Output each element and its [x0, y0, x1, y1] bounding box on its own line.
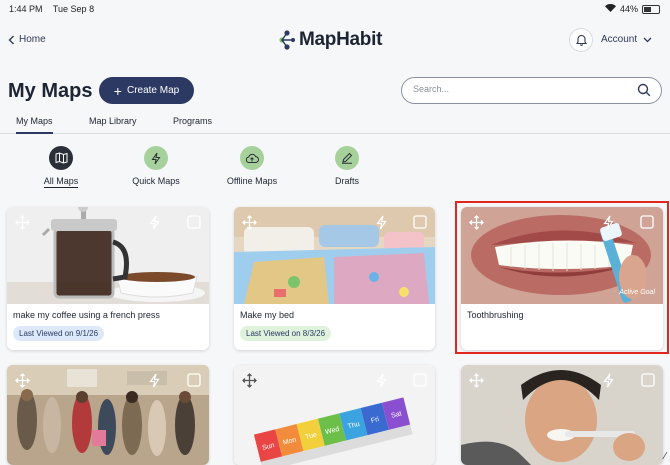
create-map-label: Create Map: [126, 85, 180, 96]
filter-drafts-label: Drafts: [334, 176, 359, 186]
home-link[interactable]: Home: [8, 34, 46, 45]
chevron-left-icon: [8, 35, 14, 44]
tab-my-maps[interactable]: My Maps: [16, 116, 53, 134]
resize-grip-icon: ⁄: [664, 451, 666, 462]
select-checkbox[interactable]: [641, 373, 655, 392]
filter-quick-maps[interactable]: Quick Maps: [116, 146, 196, 189]
status-date: Tue Sep 8: [52, 4, 95, 14]
map-card[interactable]: make my coffee using a french press Last…: [7, 207, 209, 350]
pill-day-label: Thu: [347, 421, 361, 431]
move-icon[interactable]: [242, 373, 257, 393]
map-card[interactable]: Make my bed Last Viewed on 8/3/26: [234, 207, 435, 350]
pill-day-label: Tue: [304, 432, 317, 442]
notifications-button[interactable]: [569, 28, 593, 52]
maphabit-logo: MapHabit: [278, 29, 382, 51]
status-time: 1:44 PM: [9, 4, 43, 14]
search-box: [401, 77, 662, 104]
filter-all-maps-label: All Maps: [43, 176, 79, 188]
top-nav: Home MapHabit Account: [0, 24, 670, 58]
account-label: Account: [601, 34, 638, 45]
select-checkbox[interactable]: [187, 373, 201, 392]
pill-day-label: Mon: [282, 437, 297, 447]
map-title: Make my bed: [240, 310, 295, 320]
map-card[interactable]: [7, 365, 209, 465]
lightning-icon: [144, 146, 168, 170]
last-viewed-badge: Last Viewed on 8/3/26: [240, 326, 332, 341]
search-icon[interactable]: [637, 83, 651, 102]
logo-icon: [279, 30, 295, 50]
pill-day-labels: Sun Mon Tue Wed Thu Fri Sat: [261, 410, 403, 452]
map-card[interactable]: Sun Mon Tue Wed Thu Fri Sat: [234, 365, 435, 465]
pill-day-label: Sun: [261, 442, 275, 452]
pill-day-label: Sat: [391, 410, 403, 419]
select-checkbox[interactable]: [413, 215, 427, 234]
select-checkbox[interactable]: [187, 215, 201, 234]
account-menu[interactable]: Account: [601, 34, 652, 45]
chevron-down-icon: [643, 37, 652, 42]
filter-drafts[interactable]: Drafts: [307, 146, 387, 189]
pill-day-label: Fri: [370, 416, 380, 425]
wifi-icon: [604, 4, 616, 14]
filter-offline-maps-label: Offline Maps: [226, 176, 278, 186]
filter-offline-maps[interactable]: Offline Maps: [212, 146, 292, 189]
french-press-image: [7, 207, 209, 304]
map-title: make my coffee using a french press: [13, 310, 160, 320]
move-icon[interactable]: [15, 215, 30, 235]
filter-quick-maps-label: Quick Maps: [132, 176, 180, 186]
cloud-upload-icon: [240, 146, 264, 170]
logo-text: MapHabit: [299, 29, 383, 50]
map-icon: [49, 146, 73, 170]
battery-icon: [642, 4, 660, 14]
select-checkbox[interactable]: [413, 373, 427, 392]
lightning-icon[interactable]: [149, 373, 160, 393]
move-icon[interactable]: [469, 373, 484, 393]
bell-icon: [575, 34, 587, 46]
pencil-icon: [335, 146, 359, 170]
home-label: Home: [19, 34, 46, 45]
search-input[interactable]: [413, 84, 623, 94]
plus-icon: +: [113, 82, 122, 99]
selection-highlight: [455, 201, 669, 354]
lightning-icon[interactable]: [149, 215, 160, 235]
status-bar: 1:44 PM Tue Sep 8 44%: [0, 0, 670, 18]
move-icon[interactable]: [15, 373, 30, 393]
filter-all-maps[interactable]: All Maps: [21, 146, 101, 189]
bed-image: [234, 207, 435, 304]
pill-day-label: Wed: [325, 426, 341, 436]
lightning-icon[interactable]: [603, 373, 614, 393]
lightning-icon[interactable]: [376, 373, 387, 393]
battery-percent: 44%: [619, 4, 638, 14]
person-brushing-image: [461, 365, 663, 465]
tab-programs[interactable]: Programs: [173, 116, 212, 126]
map-card[interactable]: [461, 365, 663, 465]
move-icon[interactable]: [242, 215, 257, 235]
lightning-icon[interactable]: [376, 215, 387, 235]
last-viewed-badge: Last Viewed on 9/1/26: [13, 326, 105, 341]
create-map-button[interactable]: + Create Map: [99, 77, 194, 104]
tab-bar: My Maps Map Library Programs: [0, 112, 670, 134]
page-title: My Maps: [8, 80, 93, 102]
tab-map-library[interactable]: Map Library: [89, 116, 137, 126]
filter-bar: All Maps Quick Maps Offline Maps Drafts: [0, 146, 670, 196]
crowd-image: [7, 365, 209, 465]
